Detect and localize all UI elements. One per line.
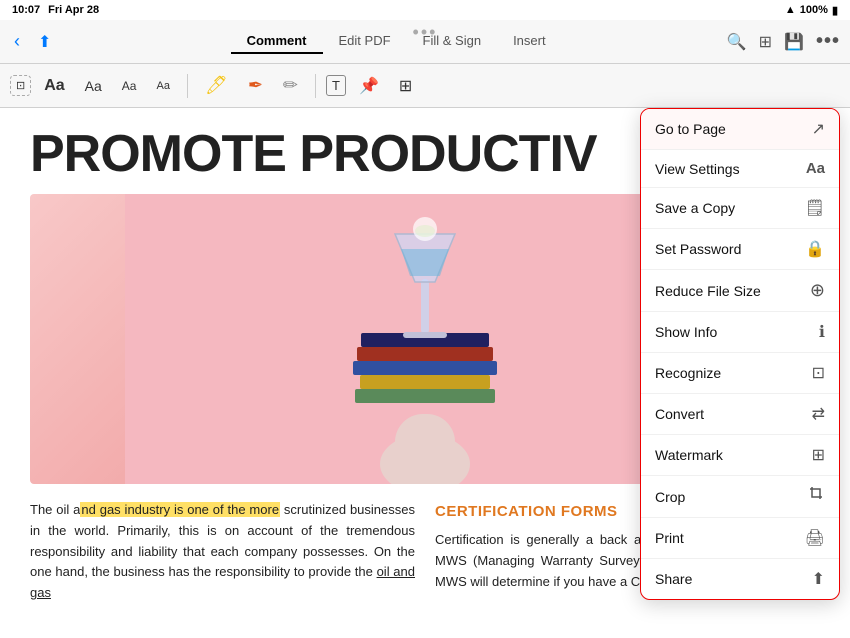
- menu-item-crop[interactable]: Crop: [641, 476, 839, 518]
- menu-item-share[interactable]: Share ⬆: [641, 559, 839, 599]
- wifi-icon: ▲: [785, 4, 796, 16]
- sticky-note-tool[interactable]: 📌: [352, 71, 386, 101]
- selection-tool[interactable]: ⊡: [10, 75, 31, 96]
- text-aa-med[interactable]: Aa: [78, 73, 109, 99]
- lock-icon: 🔒: [805, 239, 825, 259]
- search-icon[interactable]: 🔍: [727, 32, 747, 52]
- highlighted-text: nd gas industry is one of the more: [80, 502, 280, 517]
- nav-buttons: ‹ ⬆: [10, 27, 55, 56]
- share-nav-button[interactable]: ⬆: [34, 28, 55, 56]
- tab-edit-pdf[interactable]: Edit PDF: [323, 29, 407, 54]
- main-toolbar: ‹ ⬆ Comment Edit PDF Fill & Sign Insert …: [0, 20, 850, 64]
- menu-item-convert[interactable]: Convert ⇄: [641, 394, 839, 435]
- pencil-tool[interactable]: ✏: [276, 70, 305, 101]
- grid-icon[interactable]: ⊞: [759, 32, 772, 52]
- status-bar: 10:07 Fri Apr 28 ▲ 100% ▮: [0, 0, 850, 20]
- stamp-tool[interactable]: ⊞: [392, 71, 419, 101]
- more-button[interactable]: •••: [816, 30, 840, 53]
- go-to-page-icon: ↗: [812, 119, 825, 139]
- more-dropdown-menu: Go to Page ↗ View Settings Aa Save a Cop…: [640, 108, 840, 600]
- pen-tool[interactable]: ✒: [241, 70, 270, 101]
- reduce-icon: ⊕: [810, 280, 825, 301]
- info-icon: ℹ: [819, 322, 825, 342]
- share-icon: ⬆: [812, 569, 825, 589]
- separator-1: [187, 74, 188, 98]
- text-box-tool[interactable]: T: [326, 75, 346, 96]
- menu-item-save-copy[interactable]: Save a Copy 🗒: [641, 188, 839, 229]
- battery-percentage: 100%: [800, 4, 828, 16]
- tab-comment[interactable]: Comment: [231, 29, 323, 54]
- time: 10:07: [12, 4, 40, 16]
- print-icon: 🖨: [805, 528, 825, 548]
- annotation-toolbar: ⊡ Aa Aa Aa Aa 🖊 ✒ ✏ T 📌 ⊞: [0, 64, 850, 108]
- menu-item-reduce-file-size[interactable]: Reduce File Size ⊕: [641, 270, 839, 312]
- tab-insert[interactable]: Insert: [497, 29, 562, 54]
- menu-item-go-to-page[interactable]: Go to Page ↗: [641, 109, 839, 150]
- menu-item-watermark[interactable]: Watermark ⊞: [641, 435, 839, 476]
- toolbar-right: 🔍 ⊞ 💾 •••: [727, 30, 840, 53]
- text-aa-small2[interactable]: Aa: [149, 75, 176, 97]
- watermark-icon: ⊞: [812, 445, 825, 465]
- toolbar-tabs: Comment Edit PDF Fill & Sign Insert: [71, 29, 720, 54]
- crop-icon: [809, 486, 825, 507]
- text-prefix: The oil a: [30, 502, 80, 517]
- menu-item-recognize[interactable]: Recognize ⊡: [641, 353, 839, 394]
- text-aa-large[interactable]: Aa: [37, 72, 71, 100]
- convert-icon: ⇄: [812, 404, 825, 424]
- date: Fri Apr 28: [48, 4, 99, 16]
- recognize-icon: ⊡: [812, 363, 825, 383]
- drag-handle: •••: [413, 22, 438, 43]
- highlight-tool[interactable]: 🖊: [198, 70, 235, 101]
- view-settings-icon: Aa: [806, 160, 825, 177]
- save-copy-icon: 🗒: [805, 198, 825, 218]
- text-aa-small1[interactable]: Aa: [115, 74, 144, 98]
- separator-2: [315, 74, 316, 98]
- menu-item-set-password[interactable]: Set Password 🔒: [641, 229, 839, 270]
- save-icon[interactable]: 💾: [784, 32, 804, 52]
- pdf-text-left: The oil and gas industry is one of the m…: [30, 500, 415, 604]
- menu-item-show-info[interactable]: Show Info ℹ: [641, 312, 839, 353]
- battery-icon: ▮: [832, 4, 838, 17]
- menu-item-view-settings[interactable]: View Settings Aa: [641, 150, 839, 188]
- back-button[interactable]: ‹: [10, 27, 24, 56]
- menu-item-print[interactable]: Print 🖨: [641, 518, 839, 559]
